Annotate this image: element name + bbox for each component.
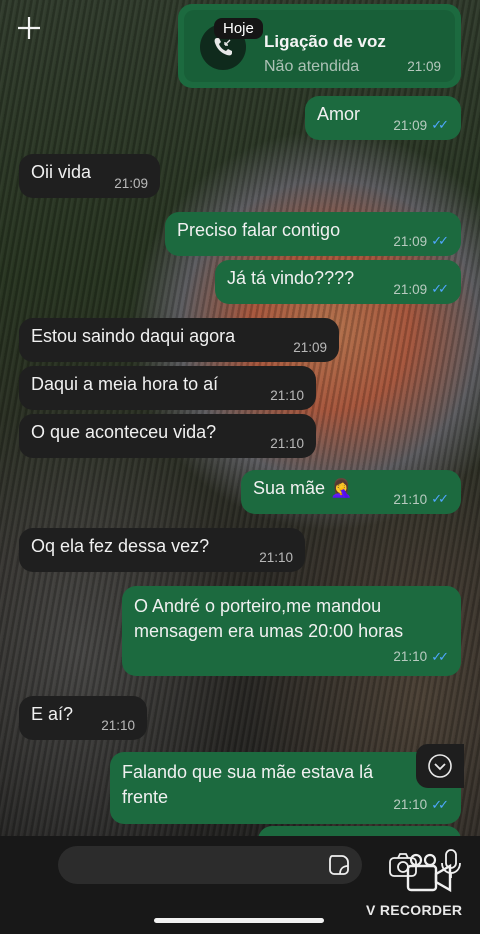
message-text: E aí? xyxy=(31,704,74,724)
message-time: 21:09 xyxy=(393,281,428,297)
message-time: 21:10 xyxy=(393,491,428,507)
date-chip: Hoje xyxy=(214,18,263,39)
call-time: 21:09 xyxy=(407,59,441,74)
sticker-icon[interactable] xyxy=(328,854,350,876)
message-text: Sua mãe 🤦‍♀️ xyxy=(253,478,353,498)
home-indicator[interactable] xyxy=(154,918,324,923)
message-bubble-outgoing[interactable]: Falando que sua mãe estava lá frente 21:… xyxy=(110,752,461,824)
message-time: 21:10 xyxy=(270,388,304,403)
message-text-line: O André o porteiro,me mandou xyxy=(134,596,382,616)
v-recorder-watermark: V RECORDER xyxy=(366,902,463,918)
read-ticks-icon: ✓✓ xyxy=(431,797,449,812)
message-bubble-incoming[interactable]: Oq ela fez dessa vez? 21:10 xyxy=(19,528,305,572)
v-recorder-logo-icon xyxy=(406,853,452,893)
read-ticks-icon: ✓✓ xyxy=(431,117,449,132)
message-bubble-outgoing[interactable]: Sua mãe 🤦‍♀️ 21:10 ✓✓ xyxy=(241,470,461,514)
message-bubble-incoming[interactable]: E aí? 21:10 xyxy=(19,696,147,740)
message-bubble-outgoing[interactable]: Já tá vindo???? 21:09 ✓✓ xyxy=(215,260,461,304)
message-text: Já tá vindo???? xyxy=(227,268,355,288)
message-text: Oii vida xyxy=(31,162,92,182)
message-time: 21:10 xyxy=(393,649,428,664)
message-text: Estou saindo daqui agora xyxy=(31,326,236,346)
message-bubble-incoming[interactable]: Oii vida 21:09 xyxy=(19,154,160,198)
message-text: O que aconteceu vida? xyxy=(31,422,217,442)
message-input[interactable] xyxy=(58,846,362,884)
scroll-to-bottom-button[interactable] xyxy=(416,744,464,788)
call-title: Ligação de voz xyxy=(264,32,386,51)
message-text-line: mensagem era umas 20:00 horas xyxy=(134,621,404,641)
message-text-line: Falando que sua mãe estava lá xyxy=(122,762,374,782)
read-ticks-icon: ✓✓ xyxy=(431,281,449,296)
message-time: 21:09 xyxy=(293,340,327,355)
missed-call-bubble[interactable]: Ligação de voz Não atendida 21:09 xyxy=(178,4,461,88)
message-bubble-outgoing[interactable]: Preciso falar contigo 21:09 ✓✓ xyxy=(165,212,461,256)
read-ticks-icon: ✓✓ xyxy=(431,649,449,664)
message-text: Preciso falar contigo xyxy=(177,220,341,240)
chevron-down-icon xyxy=(428,754,452,778)
message-time: 21:09 xyxy=(393,233,428,249)
message-time: 21:09 xyxy=(114,176,148,191)
message-text: Amor xyxy=(317,104,361,124)
call-status: Não atendida xyxy=(264,58,360,75)
read-ticks-icon: ✓✓ xyxy=(431,233,449,248)
message-bubble-outgoing[interactable]: O André o porteiro,me mandou mensagem er… xyxy=(122,586,461,676)
message-bubble-incoming[interactable]: Estou saindo daqui agora 21:09 xyxy=(19,318,339,362)
message-time: 21:10 xyxy=(101,718,135,733)
message-text: Oq ela fez dessa vez? xyxy=(31,536,210,556)
message-bubble-incoming[interactable]: O que aconteceu vida? 21:10 xyxy=(19,414,316,458)
attach-plus-icon[interactable] xyxy=(15,14,43,42)
message-bubble-outgoing[interactable]: Amor 21:09 ✓✓ xyxy=(305,96,461,140)
message-time: 21:10 xyxy=(259,550,293,565)
message-bubble-incoming[interactable]: Daqui a meia hora to aí 21:10 xyxy=(19,366,316,410)
message-time: 21:09 xyxy=(393,117,428,133)
message-time: 21:10 xyxy=(270,436,304,451)
message-time: 21:10 xyxy=(393,797,428,812)
read-ticks-icon: ✓✓ xyxy=(431,491,449,506)
message-text: Daqui a meia hora to aí xyxy=(31,374,219,394)
